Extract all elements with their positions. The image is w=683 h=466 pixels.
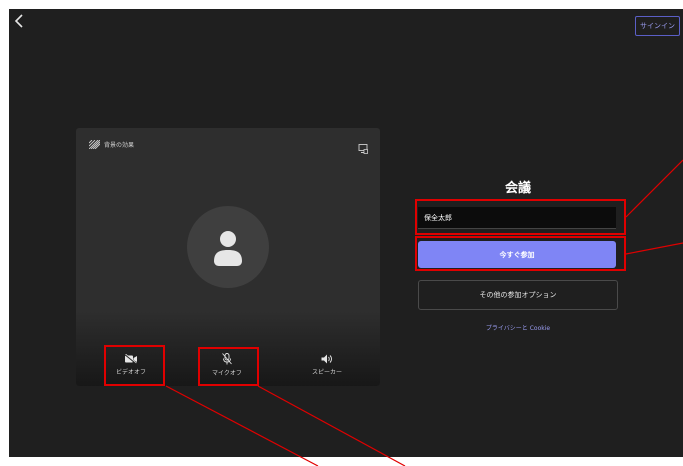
annotation-line-join <box>625 242 683 255</box>
annotation-lines <box>165 159 683 466</box>
annotation-line-mic <box>257 385 406 466</box>
annotation-line-name <box>625 159 683 218</box>
annotation-line-video <box>165 385 319 466</box>
